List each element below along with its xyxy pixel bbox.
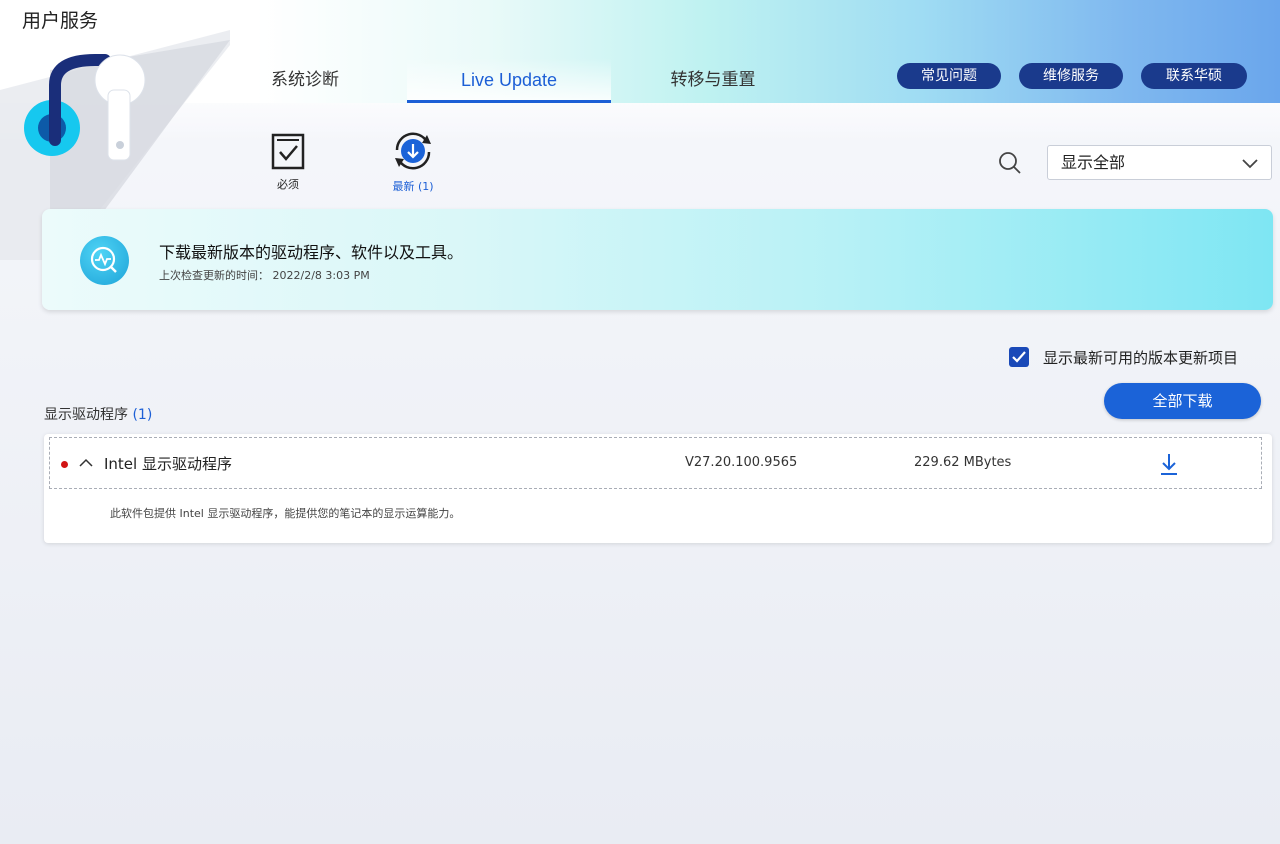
filter-dropdown-value: 显示全部 — [1061, 153, 1126, 172]
app-title: 用户服务 — [22, 10, 99, 32]
search-icon[interactable] — [997, 150, 1023, 176]
latest-label: 最新 (1) — [381, 178, 445, 194]
section-count: (1) — [132, 407, 153, 423]
active-tab-underline — [407, 100, 611, 103]
clipboard-check-icon — [271, 133, 305, 170]
chevron-down-icon — [1242, 159, 1258, 169]
latest-filter-button[interactable]: 最新 (1) — [381, 130, 445, 194]
last-check-time: 2022/2/8 3:03 PM — [272, 269, 370, 282]
repair-service-button[interactable]: 维修服务 — [1019, 63, 1123, 89]
checkmark-icon — [1012, 351, 1026, 363]
update-status-icon — [80, 236, 129, 285]
latest-count: (1) — [417, 180, 434, 193]
required-label: 必须 — [277, 178, 299, 191]
section-title-text: 显示驱动程序 — [44, 407, 128, 423]
banner-title: 下载最新版本的驱动程序、软件以及工具。 — [159, 243, 464, 262]
required-filter-button[interactable]: 必须 — [262, 132, 314, 192]
tab-transfer-reset[interactable]: 转移与重置 — [611, 58, 815, 103]
show-latest-label: 显示最新可用的版本更新项目 — [1043, 349, 1239, 367]
faq-button[interactable]: 常见问题 — [897, 63, 1001, 89]
download-all-button[interactable]: 全部下载 — [1104, 383, 1261, 419]
table-row[interactable]: Intel 显示驱动程序 V27.20.100.9565 229.62 MByt… — [49, 437, 1262, 489]
driver-name: Intel 显示驱动程序 — [104, 455, 232, 473]
show-latest-checkbox[interactable] — [1009, 347, 1029, 367]
section-title: 显示驱动程序 (1) — [44, 404, 152, 424]
status-dot-icon — [61, 461, 68, 468]
tab-system-diagnosis[interactable]: 系统诊断 — [203, 58, 407, 103]
filter-dropdown[interactable]: 显示全部 — [1047, 145, 1272, 180]
driver-card: Intel 显示驱动程序 V27.20.100.9565 229.62 MByt… — [44, 434, 1272, 543]
download-refresh-icon — [395, 132, 431, 170]
last-check-label: 上次检查更新的时间： — [159, 269, 269, 282]
chevron-up-icon[interactable] — [79, 456, 93, 470]
last-check-info: 上次检查更新的时间： 2022/2/8 3:03 PM — [159, 267, 370, 283]
tab-live-update[interactable]: Live Update — [407, 58, 611, 103]
driver-description: 此软件包提供 Intel 显示驱动程序，能提供您的笔记本的显示运算能力。 — [110, 507, 461, 520]
latest-label-text: 最新 — [392, 180, 415, 193]
driver-size: 229.62 MBytes — [914, 455, 1012, 470]
download-icon[interactable] — [1158, 452, 1180, 476]
contact-asus-button[interactable]: 联系华硕 — [1141, 63, 1247, 89]
driver-version: V27.20.100.9565 — [685, 455, 798, 470]
update-banner: 下载最新版本的驱动程序、软件以及工具。 上次检查更新的时间： 2022/2/8 … — [42, 209, 1273, 310]
